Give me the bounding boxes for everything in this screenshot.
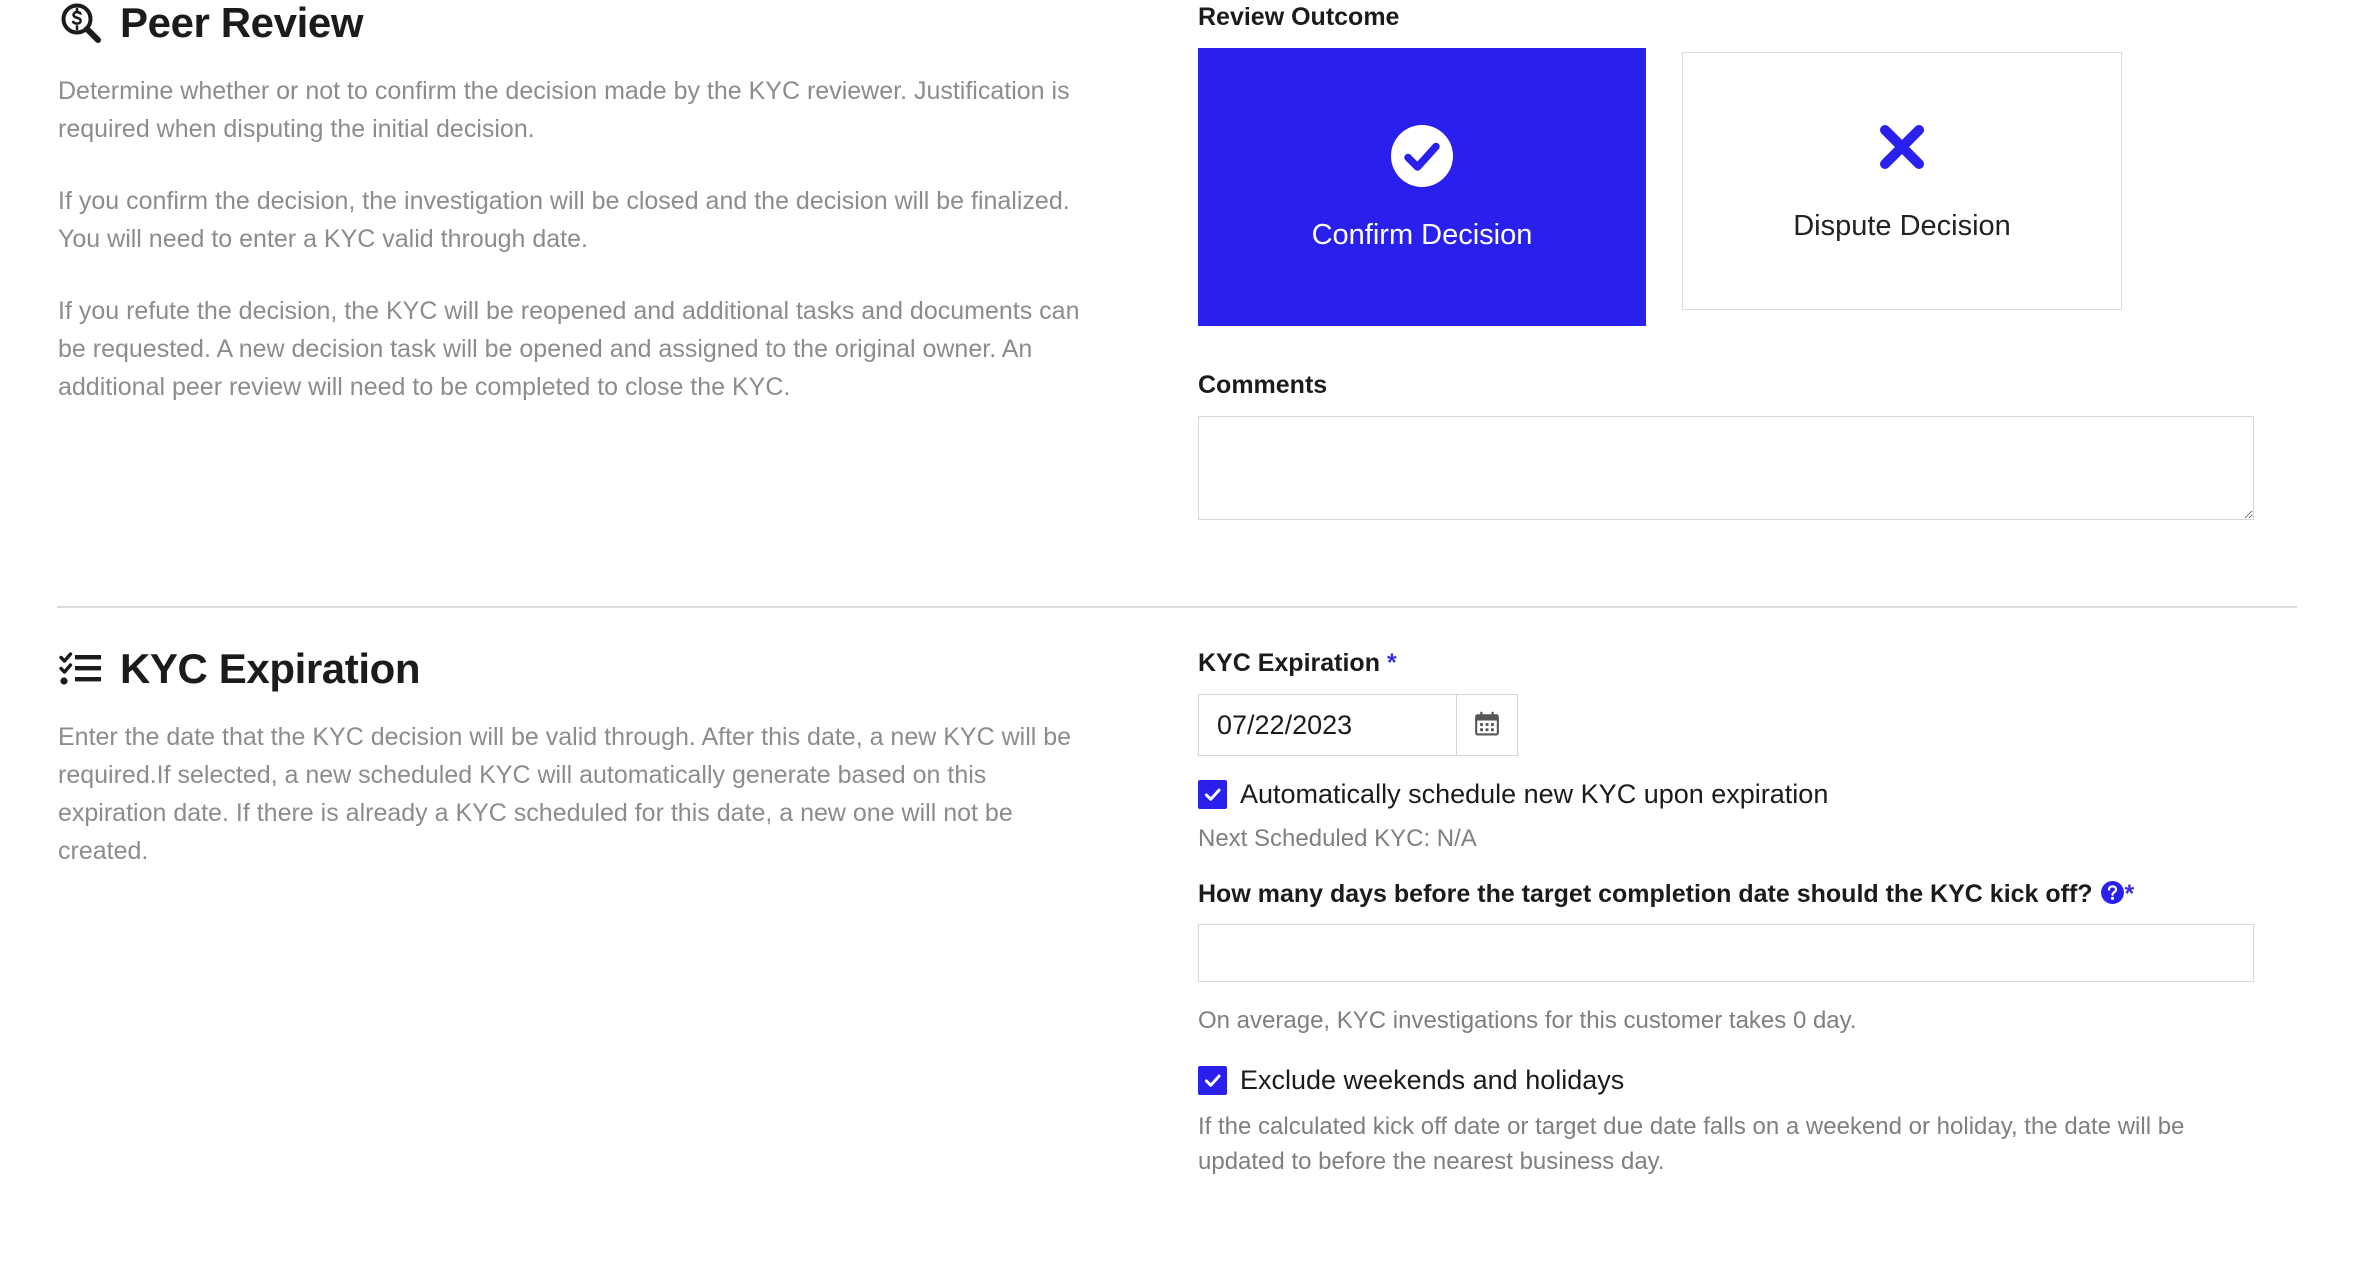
kyc-expiration-field-label-text: KYC Expiration <box>1198 649 1380 677</box>
page-root: Peer Review Determine whether or not to … <box>0 0 2364 1276</box>
kyc-expiration-description-column: KYC Expiration Enter the date that the K… <box>0 646 1198 1179</box>
kick-off-question-text: How many days before the target completi… <box>1198 880 2093 909</box>
review-outcome-label: Review Outcome <box>1198 3 1400 31</box>
help-circle-icon[interactable] <box>2100 879 2125 905</box>
next-scheduled-kyc-text: Next Scheduled KYC: N/A <box>1198 825 1477 853</box>
section-divider <box>57 606 2297 608</box>
kick-off-question-label: How many days before the target completi… <box>1198 876 2258 912</box>
kyc-expiration-date-input[interactable] <box>1198 694 1456 756</box>
confirm-decision-label: Confirm Decision <box>1311 218 1533 251</box>
x-mark-icon <box>1876 121 1928 178</box>
kyc-expiration-form-column: KYC Expiration * 07/22/2023 Automaticall… <box>1198 646 2364 1179</box>
exclude-weekends-label: Exclude weekends and holidays <box>1240 1065 1625 1096</box>
kyc-expiration-title: KYC Expiration <box>120 644 421 692</box>
page-title: Peer Review <box>120 0 364 46</box>
peer-review-section: Peer Review Determine whether or not to … <box>0 0 2364 520</box>
peer-review-description-column: Peer Review Determine whether or not to … <box>0 0 1198 520</box>
kyc-expiration-paragraph-1: Enter the date that the KYC decision wil… <box>58 723 1072 865</box>
exclude-weekends-checkbox[interactable] <box>1198 1066 1227 1096</box>
review-outcome-options: Confirm Decision Dispute Decision <box>1198 48 2268 326</box>
kyc-expiration-heading: KYC Expiration <box>58 646 1138 692</box>
kick-off-days-input[interactable] <box>1198 924 2254 983</box>
average-duration-note: On average, KYC investigations for this … <box>1198 1007 1857 1035</box>
calendar-icon <box>1474 711 1500 740</box>
auto-schedule-label: Automatically schedule new KYC upon expi… <box>1240 779 1829 809</box>
peer-review-paragraph-3: If you refute the decision, the KYC will… <box>58 297 1080 401</box>
auto-schedule-checkbox-row[interactable]: Automatically schedule new KYC upon expi… <box>1198 778 2268 810</box>
peer-review-heading: Peer Review <box>58 0 1138 46</box>
peer-review-form-column: Review Outcome Confirm Decision Dispute … <box>1198 0 2364 520</box>
magnifier-dollar-icon <box>58 0 104 46</box>
weekend-holiday-note: If the calculated kick off date or targe… <box>1198 1112 2185 1175</box>
exclude-weekends-checkbox-row[interactable]: Exclude weekends and holidays <box>1198 1064 2268 1096</box>
dispute-decision-option[interactable]: Dispute Decision <box>1682 52 2122 310</box>
peer-review-paragraph-1: Determine whether or not to confirm the … <box>58 77 1070 143</box>
kyc-expiration-section: KYC Expiration Enter the date that the K… <box>0 646 2364 1179</box>
dispute-decision-label: Dispute Decision <box>1793 210 2011 242</box>
checklist-icon <box>58 646 104 692</box>
confirm-decision-option[interactable]: Confirm Decision <box>1198 48 1646 326</box>
check-circle-icon <box>1391 124 1453 187</box>
comments-label: Comments <box>1198 371 1328 399</box>
auto-schedule-checkbox[interactable] <box>1198 779 1227 809</box>
peer-review-paragraph-2: If you confirm the decision, the investi… <box>58 187 1070 253</box>
kyc-expiration-date-row <box>1198 694 2268 756</box>
kyc-expiration-field-label: KYC Expiration * <box>1198 646 2268 680</box>
calendar-picker-button[interactable] <box>1456 694 1518 756</box>
required-asterisk: * <box>1386 649 1397 677</box>
kick-off-required-asterisk: * <box>2124 880 2135 909</box>
comments-textarea[interactable] <box>1198 416 2254 520</box>
